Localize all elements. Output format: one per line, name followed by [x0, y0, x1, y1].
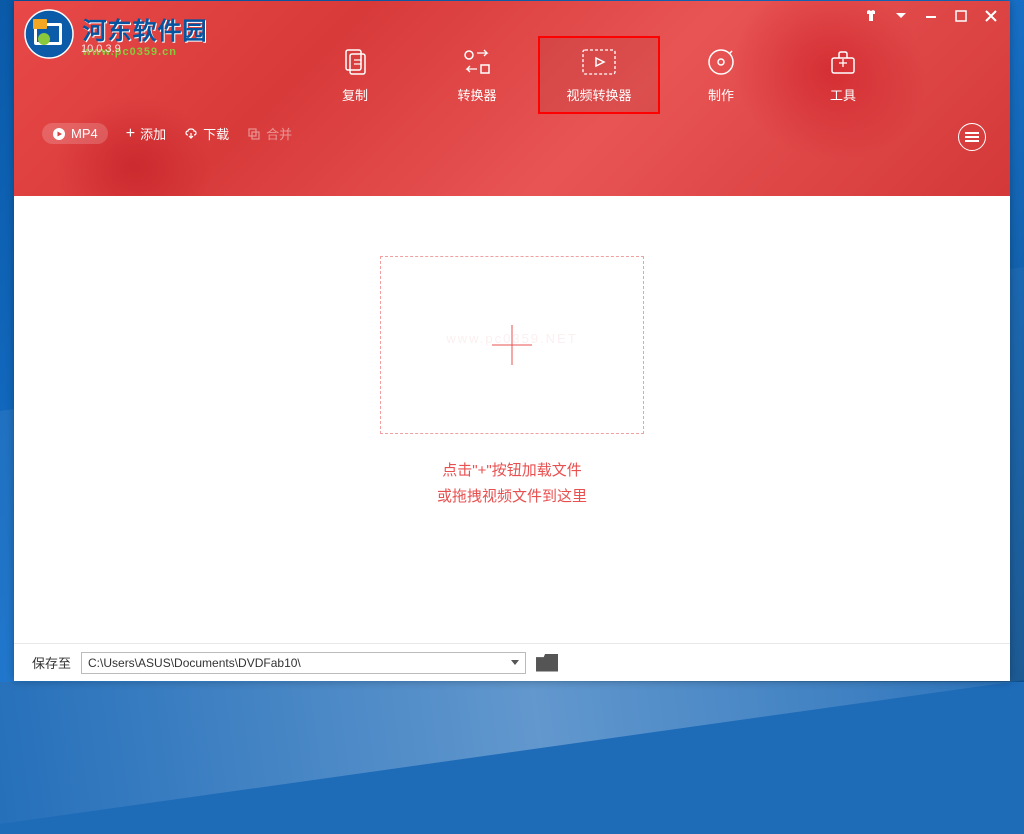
download-button[interactable]: 下载 — [184, 124, 229, 143]
tools-icon — [826, 47, 860, 77]
hint-line-2: 或拖拽视频文件到这里 — [437, 484, 587, 510]
tab-create[interactable]: 制作 — [660, 36, 782, 114]
drop-hint: 点击"+"按钮加载文件 或拖拽视频文件到这里 — [437, 458, 587, 510]
hint-line-1: 点击"+"按钮加载文件 — [437, 458, 587, 484]
tab-video-converter[interactable]: 视频转换器 — [538, 36, 660, 114]
main-tabs: 复制 转换器 视频转换器 制作 — [294, 36, 904, 114]
convert-icon — [460, 47, 494, 77]
save-to-label: 保存至 — [32, 653, 71, 672]
download-label: 下载 — [203, 124, 229, 143]
format-selector[interactable]: MP4 — [42, 123, 108, 144]
save-path-text: C:\Users\ASUS\Documents\DVDFab10\ — [88, 656, 301, 670]
tab-tools-label: 工具 — [830, 85, 856, 104]
format-label: MP4 — [71, 126, 98, 141]
app-header: 河东软件园 www.pc0359.cn 10.0.3.9 — [14, 1, 1010, 196]
sub-toolbar: MP4 + 添加 下载 合并 — [42, 123, 292, 144]
version-label: 10.0.3.9 — [81, 43, 121, 55]
dropdown-icon[interactable] — [894, 9, 908, 23]
hamburger-menu-button[interactable] — [958, 123, 986, 151]
logo-badge-icon — [24, 9, 74, 59]
save-path-dropdown[interactable]: C:\Users\ASUS\Documents\DVDFab10\ — [81, 652, 526, 674]
tab-copy-label: 复制 — [342, 85, 368, 104]
window-controls — [864, 9, 998, 23]
footer-bar: 保存至 C:\Users\ASUS\Documents\DVDFab10\ — [14, 643, 1010, 681]
copy-icon — [338, 47, 372, 77]
close-button[interactable] — [984, 9, 998, 23]
chevron-down-icon — [511, 660, 519, 665]
plus-icon: + — [126, 125, 135, 143]
add-button[interactable]: + 添加 — [126, 124, 166, 143]
video-converter-icon — [582, 47, 616, 77]
logo-title: 河东软件园 — [82, 11, 207, 46]
tab-video-converter-label: 视频转换器 — [566, 85, 631, 104]
tab-tools[interactable]: 工具 — [782, 36, 904, 114]
add-label: 添加 — [140, 124, 166, 143]
create-icon — [704, 47, 738, 77]
logo-area: 河东软件园 www.pc0359.cn 10.0.3.9 — [24, 9, 207, 59]
content-area: www.pc0359.NET 点击"+"按钮加载文件 或拖拽视频文件到这里 — [14, 196, 1010, 643]
merge-icon — [247, 127, 261, 141]
browse-folder-button[interactable] — [536, 654, 558, 672]
merge-button: 合并 — [247, 124, 292, 143]
minimize-button[interactable] — [924, 9, 938, 23]
watermark-text: www.pc0359.NET — [446, 331, 577, 346]
play-circle-icon — [52, 127, 66, 141]
merge-label: 合并 — [266, 124, 292, 143]
tab-convert-label: 转换器 — [457, 85, 496, 104]
skin-icon[interactable] — [864, 9, 878, 23]
maximize-button[interactable] — [954, 9, 968, 23]
tab-create-label: 制作 — [708, 85, 734, 104]
tab-convert[interactable]: 转换器 — [416, 36, 538, 114]
tab-copy[interactable]: 复制 — [294, 36, 416, 114]
app-window: 河东软件园 www.pc0359.cn 10.0.3.9 — [14, 1, 1010, 681]
cloud-download-icon — [184, 127, 198, 141]
